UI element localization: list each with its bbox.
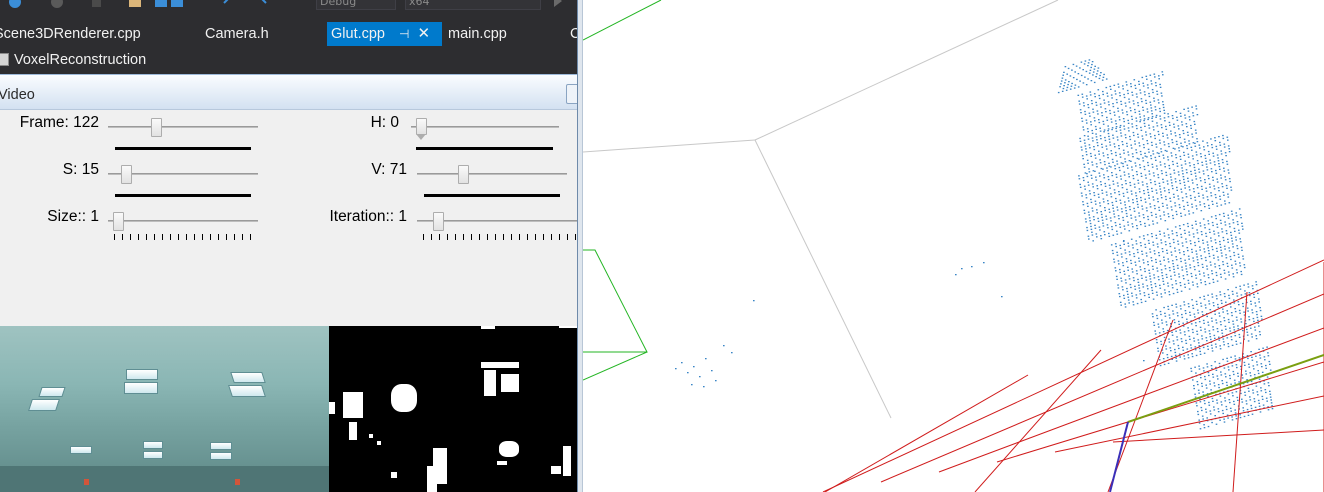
trackbar-panel: Frame: 122 H: 0 S: 15 V: 71 Size:: 1 Ite… (0, 110, 577, 326)
slider-thumb[interactable] (457, 165, 469, 184)
v-slider[interactable] (417, 161, 567, 201)
pin-icon[interactable]: ⊣ (399, 22, 409, 46)
tab-main-cpp[interactable]: main.cpp (448, 22, 507, 46)
video-header-label: Video (0, 87, 35, 103)
ide-pane: Debug x64 Scene3DRenderer.cpp Camera.h G… (0, 0, 577, 492)
iteration-slider[interactable] (417, 208, 577, 248)
size-slider[interactable] (108, 208, 258, 248)
scene-canvas (583, 0, 1324, 492)
tab-label: Camera.h (205, 26, 269, 42)
h-label: H: 0 (370, 114, 399, 131)
tab-label: Scene3DRenderer.cpp (0, 26, 141, 42)
tab-scene3drenderer[interactable]: Scene3DRenderer.cpp (0, 22, 141, 46)
new-file-icon[interactable] (90, 0, 104, 8)
video-group-header: Video (0, 74, 577, 110)
z-axis (1109, 421, 1129, 492)
save-icon[interactable] (155, 0, 183, 8)
back-icon[interactable] (8, 0, 22, 8)
slider-ticks (114, 234, 254, 240)
tab-label: C (570, 26, 577, 42)
window-app-icon (0, 53, 9, 66)
s-label: S: 15 (62, 161, 99, 178)
slider-thumb[interactable] (120, 165, 132, 184)
start-debug-icon[interactable] (552, 0, 566, 8)
floor-grid (822, 259, 1324, 492)
window-title: VoxelReconstruction (14, 52, 147, 68)
collapse-button[interactable] (566, 84, 577, 104)
camera-frame-image (0, 326, 329, 492)
tab-label: main.cpp (448, 26, 507, 42)
s-slider[interactable] (108, 161, 258, 201)
open-folder-icon[interactable] (128, 0, 142, 8)
slider-thumb[interactable] (416, 118, 427, 140)
close-icon[interactable]: ✕ (417, 22, 430, 46)
v-label: V: 71 (371, 161, 407, 178)
document-tabs: Scene3DRenderer.cpp Camera.h Glut.cpp ⊣ ✕ … (0, 22, 577, 46)
iteration-label: Iteration:: 1 (329, 208, 407, 225)
ide-toolbar: Debug x64 (0, 0, 577, 14)
redo-icon[interactable] (258, 0, 272, 8)
slider-thumb[interactable] (113, 212, 124, 231)
room-edges (583, 0, 1059, 419)
slider-ticks (423, 234, 577, 240)
undo-icon[interactable] (222, 0, 236, 8)
configuration-combo[interactable]: Debug (316, 0, 396, 10)
slider-thumb[interactable] (151, 118, 163, 137)
foreground-mask-image (329, 326, 577, 492)
platform-combo[interactable]: x64 (405, 0, 541, 10)
forward-icon[interactable] (50, 0, 64, 8)
camera-frustum (583, 0, 662, 381)
tab-glut-cpp[interactable]: Glut.cpp ⊣ ✕ (327, 22, 442, 46)
slider-thumb[interactable] (433, 212, 445, 231)
voxel-3d-viewport[interactable] (583, 0, 1324, 492)
size-label: Size:: 1 (47, 208, 99, 225)
opencv-window-titlebar[interactable]: VoxelReconstruction (0, 48, 577, 72)
tab-camera-h[interactable]: Camera.h (205, 22, 269, 46)
tab-overflow[interactable]: C (570, 22, 577, 46)
frame-slider[interactable] (108, 114, 258, 154)
tab-label: Glut.cpp (331, 26, 385, 42)
h-slider[interactable] (411, 114, 559, 154)
noise-voxels (675, 240, 1145, 388)
frame-label: Frame: 122 (19, 114, 99, 131)
